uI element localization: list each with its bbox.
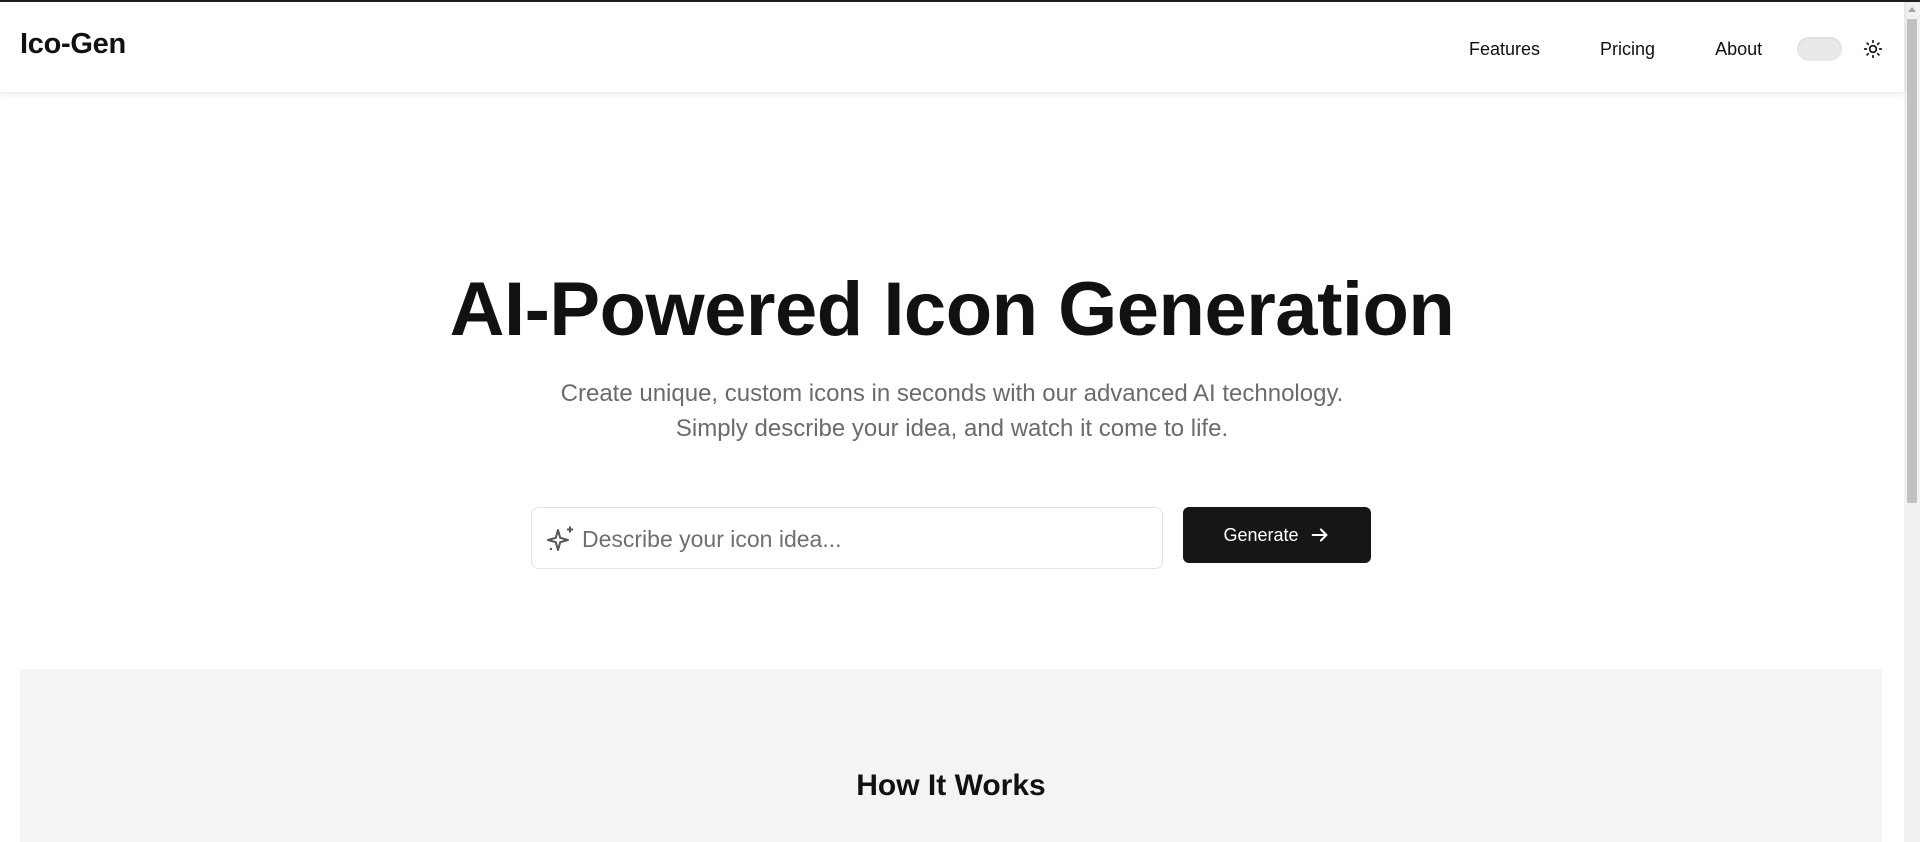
how-it-works-section: How It Works	[20, 669, 1882, 842]
site-header: Ico-Gen Features Pricing About	[0, 2, 1904, 92]
hero-subtitle-line-1: Create unique, custom icons in seconds w…	[560, 380, 1344, 407]
main-nav: Features Pricing About	[1469, 38, 1762, 60]
page-scrollbar[interactable]	[1904, 2, 1920, 842]
how-it-works-title: How It Works	[856, 769, 1046, 802]
generate-button-label: Generate	[1223, 524, 1299, 545]
hero-subtitle: Create unique, custom icons in seconds w…	[0, 376, 1904, 446]
nav-link-about[interactable]: About	[1715, 38, 1762, 60]
sun-icon[interactable]	[1863, 39, 1883, 59]
page: Ico-Gen Features Pricing About AI-Powere…	[0, 0, 1920, 842]
theme-toggle-switch[interactable]	[1797, 37, 1842, 61]
scrollbar-thumb[interactable]	[1907, 19, 1917, 503]
scroll-up-arrow-icon[interactable]	[1908, 7, 1916, 12]
hero-title: AI-Powered Icon Generation	[449, 267, 1455, 352]
arrow-right-icon	[1311, 528, 1327, 542]
brand-logo[interactable]: Ico-Gen	[20, 28, 126, 61]
sparkle-icon	[547, 526, 573, 551]
nav-link-pricing[interactable]: Pricing	[1600, 38, 1655, 60]
generate-button[interactable]: Generate	[1183, 507, 1371, 563]
nav-link-features[interactable]: Features	[1469, 38, 1540, 60]
hero-subtitle-line-2: Simply describe your idea, and watch it …	[675, 415, 1229, 442]
icon-prompt-input[interactable]	[582, 522, 1142, 556]
icon-prompt-box[interactable]	[531, 507, 1163, 569]
